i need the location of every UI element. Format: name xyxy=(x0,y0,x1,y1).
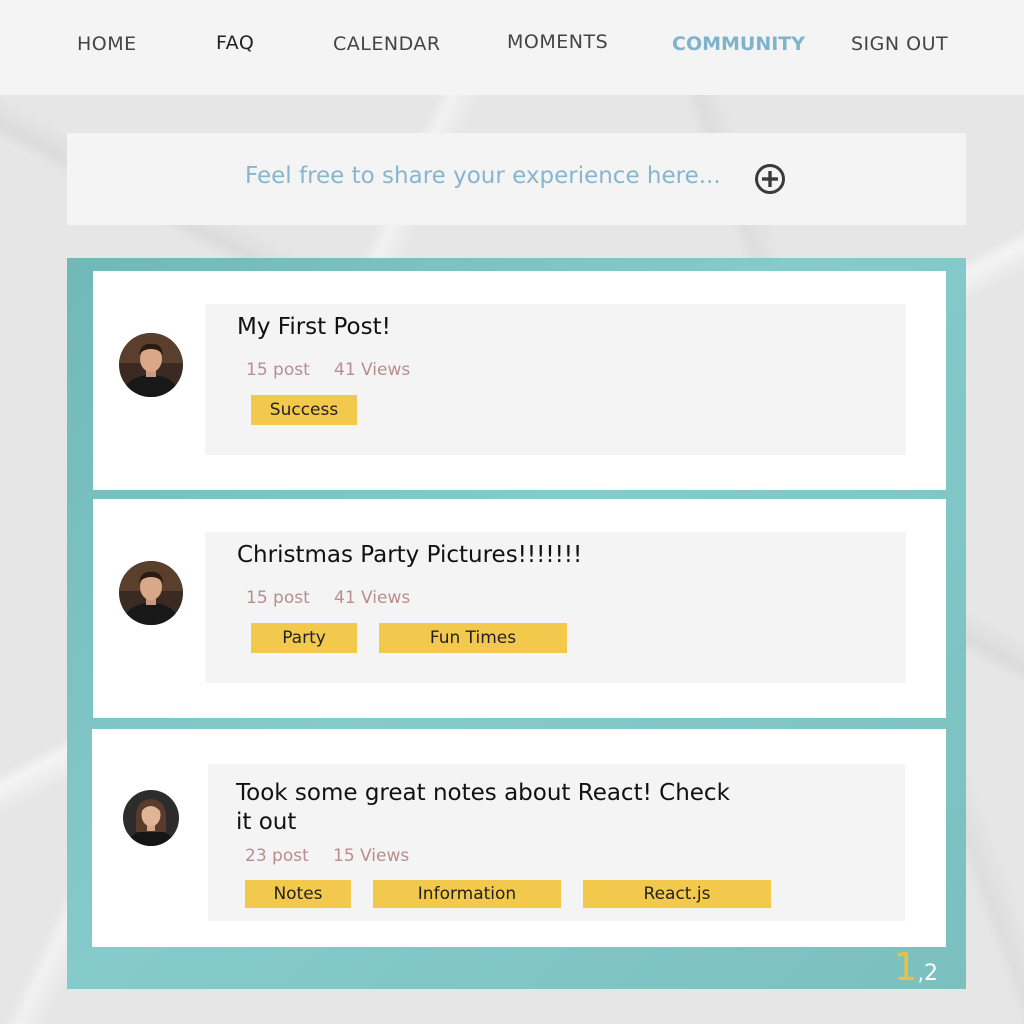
tag[interactable]: Party xyxy=(251,623,357,653)
share-experience-box[interactable]: Feel free to share your experience here.… xyxy=(67,133,966,225)
page-current[interactable]: 1 xyxy=(893,945,917,989)
view-count: 41 Views xyxy=(334,588,411,608)
post-card: Took some great notes about React! Check… xyxy=(92,729,946,947)
woman-avatar-icon xyxy=(123,790,179,846)
tag[interactable]: Information xyxy=(373,880,561,908)
post-content: Took some great notes about React! Check… xyxy=(208,764,905,921)
pagination: 1,2 xyxy=(893,945,938,989)
tag[interactable]: Notes xyxy=(245,880,351,908)
add-circle-icon[interactable] xyxy=(754,163,786,195)
tag[interactable]: React.js xyxy=(583,880,771,908)
man-avatar-icon xyxy=(119,561,183,625)
posts-feed: My First Post! 15 post 41 Views Success … xyxy=(67,258,966,989)
avatar[interactable] xyxy=(123,790,179,846)
post-title[interactable]: My First Post! xyxy=(237,313,391,342)
avatar[interactable] xyxy=(119,561,183,625)
post-content: My First Post! 15 post 41 Views Success xyxy=(205,304,906,455)
nav-sign-out[interactable]: SIGN OUT xyxy=(851,33,948,55)
top-navigation: HOME FAQ CALENDAR MOMENTS COMMUNITY SIGN… xyxy=(0,0,1024,95)
nav-moments[interactable]: MOMENTS xyxy=(507,31,608,53)
post-count: 15 post xyxy=(246,360,310,380)
post-content: Christmas Party Pictures!!!!!!! 15 post … xyxy=(205,532,906,683)
tag[interactable]: Success xyxy=(251,395,357,425)
man-avatar-icon xyxy=(119,333,183,397)
nav-faq[interactable]: FAQ xyxy=(216,32,254,54)
nav-home[interactable]: HOME xyxy=(77,33,137,55)
post-title[interactable]: Christmas Party Pictures!!!!!!! xyxy=(237,541,582,570)
nav-calendar[interactable]: CALENDAR xyxy=(333,33,441,55)
share-prompt[interactable]: Feel free to share your experience here.… xyxy=(245,163,721,189)
post-card: My First Post! 15 post 41 Views Success xyxy=(93,271,946,490)
page-next[interactable]: 2 xyxy=(924,961,938,986)
nav-community[interactable]: COMMUNITY xyxy=(672,33,805,55)
post-card: Christmas Party Pictures!!!!!!! 15 post … xyxy=(93,499,946,718)
post-count: 15 post xyxy=(246,588,310,608)
post-title-continued[interactable]: it out xyxy=(236,808,296,837)
tag[interactable]: Fun Times xyxy=(379,623,567,653)
avatar[interactable] xyxy=(119,333,183,397)
view-count: 15 Views xyxy=(333,846,410,866)
view-count: 41 Views xyxy=(334,360,411,380)
post-count: 23 post xyxy=(245,846,309,866)
post-title[interactable]: Took some great notes about React! Check xyxy=(236,779,730,808)
